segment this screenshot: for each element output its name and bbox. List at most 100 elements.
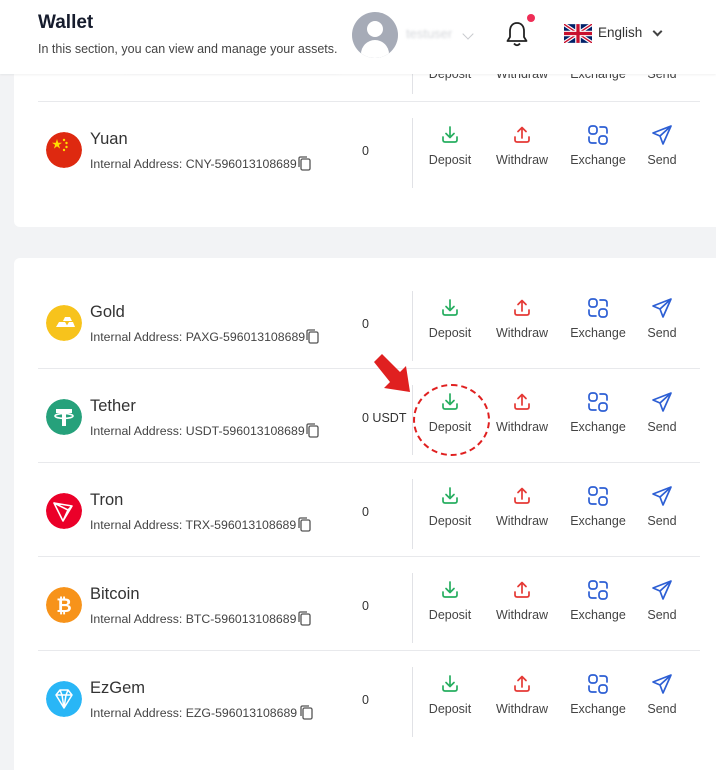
exchange-button[interactable]: Exchange [563, 485, 633, 537]
china-flag-icon [46, 132, 82, 168]
copy-icon[interactable] [306, 423, 319, 438]
exchange-label: Exchange [570, 153, 626, 167]
withdraw-button[interactable]: Withdraw [487, 391, 557, 443]
page-subtitle: In this section, you can view and manage… [38, 42, 338, 56]
chevron-down-icon[interactable] [652, 26, 663, 37]
send-button[interactable]: Send [627, 673, 697, 725]
chevron-down-icon[interactable] [462, 28, 474, 40]
download-icon [442, 299, 458, 316]
notification-badge [527, 14, 535, 22]
download-icon [442, 581, 458, 598]
uk-flag-icon[interactable] [564, 24, 592, 43]
send-button[interactable]: Send [627, 297, 697, 349]
coin-balance: 0 [362, 693, 369, 707]
download-icon [442, 487, 458, 504]
exchange-button[interactable]: Exchange [563, 391, 633, 443]
coin-address: Internal Address: PAXG-596013108689 [90, 330, 306, 344]
send-label: Send [647, 514, 677, 528]
coin-row-tether: Tether Internal Address: USDT-5960131086… [38, 369, 700, 463]
copy-icon[interactable] [298, 156, 311, 171]
coin-address: Internal Address: USDT-596013108689 [90, 424, 305, 438]
language-selector[interactable]: English [598, 25, 642, 40]
avatar-body-shape [361, 40, 389, 58]
copy-icon[interactable] [306, 329, 319, 344]
download-icon [442, 675, 458, 692]
deposit-button[interactable]: Deposit [415, 297, 485, 349]
copy-icon[interactable] [300, 705, 313, 720]
withdraw-button[interactable]: Withdraw [487, 124, 557, 176]
coin-balance: 0 [362, 599, 369, 613]
upload-icon [514, 487, 530, 504]
deposit-button[interactable]: Deposit [415, 485, 485, 537]
withdraw-label: Withdraw [495, 326, 549, 340]
exchange-icon [588, 580, 608, 600]
deposit-button[interactable]: Deposit [415, 579, 485, 631]
pointer-arrow-icon [374, 354, 410, 392]
coin-name: Bitcoin [90, 585, 140, 603]
coin-row-bitcoin: ₿ Bitcoin Internal Address: BTC-59601310… [38, 557, 700, 651]
send-plane-icon [652, 298, 672, 318]
exchange-button[interactable]: Exchange [563, 673, 633, 725]
withdraw-label: Withdraw [495, 153, 549, 167]
coin-row-ezgem: EzGem Internal Address: EZG-596013108689… [38, 651, 700, 745]
divider [412, 573, 413, 643]
coin-address: Internal Address: BTC-596013108689 [90, 612, 297, 626]
send-button[interactable]: Send [627, 485, 697, 537]
coin-name: EzGem [90, 679, 146, 697]
copy-icon[interactable] [298, 611, 311, 626]
avatar[interactable] [352, 12, 398, 58]
upload-icon [514, 581, 530, 598]
coin-name: Tether [90, 397, 136, 415]
send-label: Send [647, 608, 677, 622]
exchange-button[interactable]: Exchange [563, 579, 633, 631]
deposit-button[interactable]: Deposit [415, 124, 485, 176]
exchange-icon [588, 125, 608, 145]
withdraw-label: Withdraw [495, 420, 549, 434]
avatar-head-shape [367, 21, 383, 37]
send-button[interactable]: Send [627, 391, 697, 443]
send-label: Send [647, 326, 677, 340]
exchange-icon [588, 674, 608, 694]
send-plane-icon [652, 580, 672, 600]
send-label: Send [647, 420, 677, 434]
exchange-label: Exchange [570, 702, 626, 716]
upload-icon [514, 393, 530, 410]
withdraw-button[interactable]: Withdraw [487, 673, 557, 725]
coin-row-tron: Tron Internal Address: TRX-596013108689 … [38, 463, 700, 557]
diamond-icon [46, 681, 82, 717]
coin-name: Tron [90, 491, 124, 509]
exchange-button[interactable]: Exchange [563, 124, 633, 176]
exchange-label: Exchange [570, 326, 626, 340]
exchange-icon [588, 298, 608, 318]
divider [412, 479, 413, 549]
deposit-label: Deposit [428, 326, 472, 340]
upload-icon [514, 299, 530, 316]
coin-balance: 0 USDT [362, 411, 407, 425]
deposit-button[interactable]: Deposit [415, 673, 485, 725]
divider [412, 667, 413, 737]
copy-icon[interactable] [298, 517, 311, 532]
coin-balance: 0 [362, 317, 369, 331]
send-plane-icon [652, 392, 672, 412]
send-button[interactable]: Send [627, 124, 697, 176]
coin-balance: 0 [362, 144, 369, 158]
page-header: Wallet In this section, you can view and… [0, 0, 716, 74]
send-button[interactable]: Send [627, 579, 697, 631]
send-plane-icon [652, 486, 672, 506]
username[interactable]: testuser [406, 26, 452, 41]
coin-address: Internal Address: TRX-596013108689 [90, 518, 297, 532]
bell-icon[interactable] [504, 20, 530, 48]
coin-name: Gold [90, 303, 125, 321]
deposit-label: Deposit [428, 608, 472, 622]
withdraw-button[interactable]: Withdraw [487, 297, 557, 349]
coin-row-gold: Gold Internal Address: PAXG-596013108689… [38, 275, 700, 369]
withdraw-button[interactable]: Withdraw [487, 485, 557, 537]
svg-text:₿: ₿ [56, 595, 71, 617]
upload-icon [514, 675, 530, 692]
tether-icon [46, 399, 82, 435]
exchange-icon [588, 392, 608, 412]
withdraw-label: Withdraw [495, 702, 549, 716]
withdraw-button[interactable]: Withdraw [487, 579, 557, 631]
upload-icon [514, 126, 530, 143]
exchange-button[interactable]: Exchange [563, 297, 633, 349]
